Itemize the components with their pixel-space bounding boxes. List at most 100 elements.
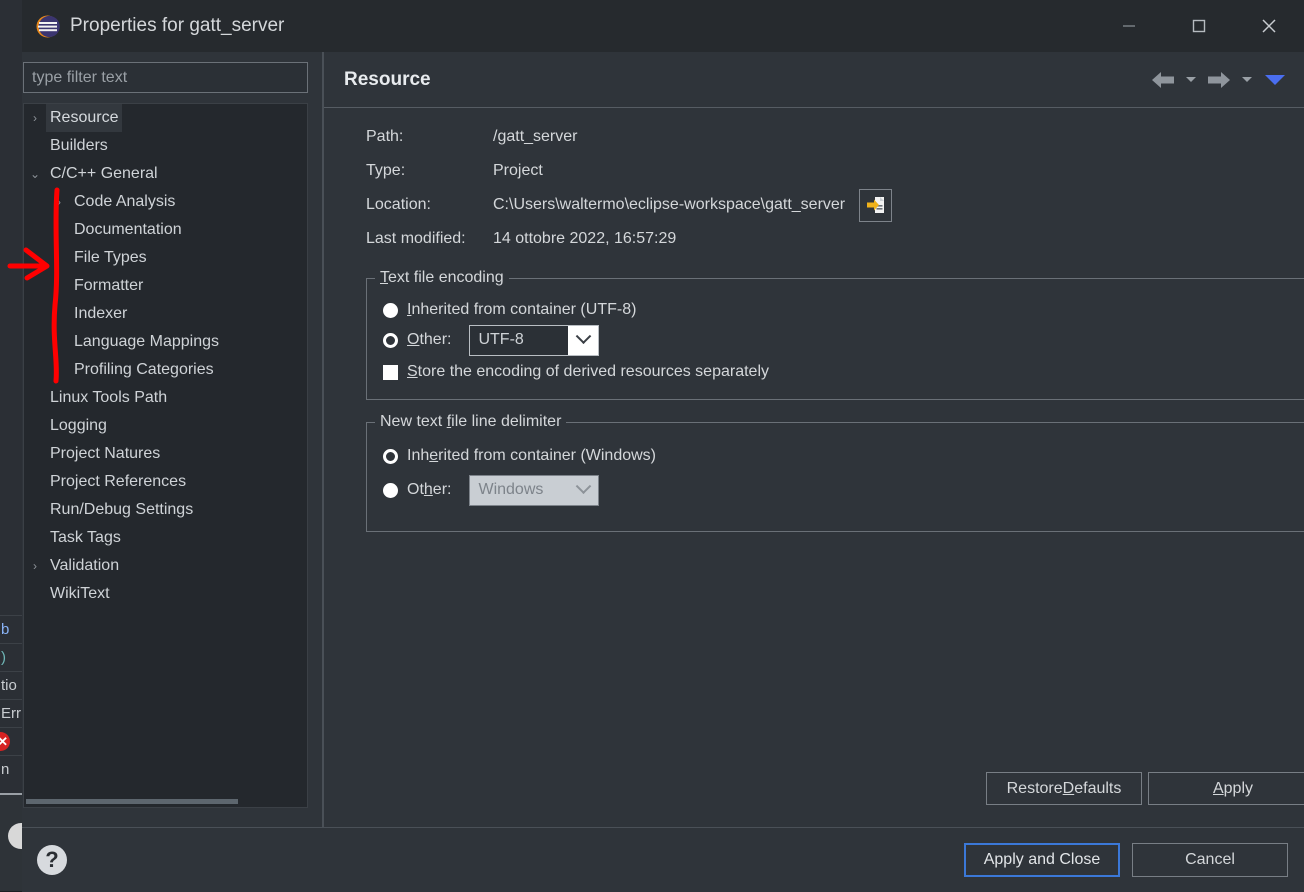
background-circle <box>8 823 22 849</box>
sidebar-item-label: Linux Tools Path <box>50 389 168 406</box>
sidebar-item-indexer[interactable]: Indexer <box>24 300 307 328</box>
sidebar-item-label: Documentation <box>74 221 182 238</box>
chevron-down-icon[interactable] <box>568 325 599 355</box>
tree-horizontal-scrollbar[interactable] <box>26 799 238 804</box>
footer-buttons: Apply and Close Cancel <box>964 843 1288 877</box>
info-row-path: Path: /gatt_server <box>366 120 1266 154</box>
info-label: Path: <box>366 128 404 145</box>
sidebar-item-language-mappings[interactable]: Language Mappings <box>24 328 307 356</box>
sidebar-item-label: Indexer <box>74 305 128 322</box>
delimiter-other-row[interactable]: Other: Windows <box>383 474 1304 506</box>
encoding-combo[interactable]: UTF-8 <box>469 324 600 356</box>
resource-page: Resource Path: /gatt_server Type: Projec… <box>324 52 1304 827</box>
title-bar: Properties for gatt_server <box>22 0 1304 52</box>
cancel-button[interactable]: Cancel <box>1132 843 1288 877</box>
delimiter-combo-value: Windows <box>470 475 569 505</box>
apply-button[interactable]: Apply <box>1148 772 1304 805</box>
sidebar-item-label: Run/Debug Settings <box>50 501 194 518</box>
sidebar-item-c-cpp-general[interactable]: ⌄ C/C++ General <box>24 160 307 188</box>
info-value: /gatt_server <box>493 128 578 145</box>
forward-history-chevron-down-icon[interactable] <box>1240 63 1254 97</box>
sidebar-item-label: C/C++ General <box>50 165 158 182</box>
chevron-right-icon[interactable]: › <box>24 552 46 580</box>
filter-input[interactable]: type filter text <box>23 62 308 93</box>
radio-encoding-other[interactable] <box>383 332 398 348</box>
store-encoding-row[interactable]: Store the encoding of derived resources … <box>383 357 1304 387</box>
info-row-type: Type: Project <box>366 154 1266 188</box>
chevron-right-icon[interactable]: › <box>24 104 46 132</box>
sidebar-item-wikitext[interactable]: WikiText <box>24 580 307 608</box>
radio-encoding-other-label: Other: <box>407 331 452 348</box>
info-label: Type: <box>366 162 406 179</box>
sidebar-item-label: Task Tags <box>50 529 121 546</box>
info-row-location: Location: C:\Users\waltermo\eclipse-work… <box>366 188 1266 222</box>
text-file-encoding-group: Text file encoding Inherited from contai… <box>366 269 1304 400</box>
info-label: Location: <box>366 196 431 213</box>
info-value: C:\Users\waltermo\eclipse-workspace\gatt… <box>493 196 846 213</box>
background-fragment: b <box>0 615 22 643</box>
background-fragment: tio <box>0 671 22 699</box>
properties-dialog: Properties for gatt_server type filter t… <box>22 0 1304 892</box>
info-row-last-modified: Last modified: 14 ottobre 2022, 16:57:29 <box>366 222 1266 256</box>
background-fragment: n <box>0 755 22 783</box>
sidebar-item-formatter[interactable]: Formatter <box>24 272 307 300</box>
checkbox-store-derived-encoding[interactable] <box>383 364 398 380</box>
info-value: Project <box>493 162 543 179</box>
arrow-left-icon[interactable] <box>1146 63 1180 97</box>
page-nav-tools <box>1146 63 1292 97</box>
chevron-down-icon[interactable]: ⌄ <box>24 160 46 188</box>
sidebar-item-label: Logging <box>50 417 107 434</box>
delimiter-inherited-row[interactable]: Inherited from container (Windows) <box>383 441 1304 471</box>
delimiter-combo: Windows <box>469 474 600 506</box>
background-ide-sliver: b ) tio Err ✕ n <box>0 0 22 891</box>
radio-encoding-inherited[interactable] <box>383 302 398 318</box>
radio-delimiter-inherited-label: Inherited from container (Windows) <box>407 447 656 464</box>
sidebar-item-label: Resource <box>46 104 123 132</box>
background-fragment-list: b ) tio Err ✕ n <box>0 615 22 783</box>
window-title: Properties for gatt_server <box>70 15 285 36</box>
chevron-right-icon[interactable]: › <box>48 188 70 216</box>
minimize-icon[interactable] <box>1094 0 1164 52</box>
sidebar-item-label: Formatter <box>74 277 144 294</box>
sidebar-item-project-references[interactable]: Project References <box>24 468 307 496</box>
checkbox-store-derived-encoding-label: Store the encoding of derived resources … <box>407 363 769 380</box>
maximize-icon[interactable] <box>1164 0 1234 52</box>
sidebar-item-validation[interactable]: › Validation <box>24 552 307 580</box>
restore-defaults-button[interactable]: Restore Defaults <box>986 772 1142 805</box>
sidebar-item-code-analysis[interactable]: › Code Analysis <box>24 188 307 216</box>
group-legend: Text file encoding <box>375 269 509 287</box>
page-action-buttons: Restore Defaults Apply <box>986 772 1304 805</box>
sidebar-item-documentation[interactable]: Documentation <box>24 216 307 244</box>
page-title: Resource <box>344 68 431 90</box>
open-file-location-icon[interactable] <box>859 188 893 222</box>
radio-encoding-inherited-label: Inherited from container (UTF-8) <box>407 301 637 318</box>
sidebar-item-builders[interactable]: Builders <box>24 132 307 160</box>
sidebar-item-resource[interactable]: › Resource <box>24 104 307 132</box>
arrow-right-icon[interactable] <box>1202 63 1236 97</box>
sidebar-item-logging[interactable]: Logging <box>24 412 307 440</box>
settings-tree[interactable]: › Resource Builders ⌄ C/C++ General › Co… <box>23 103 308 808</box>
dialog-footer: ? Apply and Close Cancel <box>22 827 1304 892</box>
sidebar-item-run-debug-settings[interactable]: Run/Debug Settings <box>24 496 307 524</box>
sidebar-item-label: Project References <box>50 473 187 490</box>
sidebar-item-label: WikiText <box>50 585 110 602</box>
sidebar-item-task-tags[interactable]: Task Tags <box>24 524 307 552</box>
sidebar-item-file-types[interactable]: File Types <box>24 244 307 272</box>
apply-and-close-button[interactable]: Apply and Close <box>964 843 1120 877</box>
sidebar-item-linux-tools-path[interactable]: Linux Tools Path <box>24 384 307 412</box>
close-icon[interactable] <box>1234 0 1304 52</box>
resource-info-grid: Path: /gatt_server Type: Project Locatio… <box>366 120 1266 256</box>
dialog-body: type filter text › Resource Builders ⌄ C… <box>22 52 1304 827</box>
view-menu-triangle-down-icon[interactable] <box>1258 63 1292 97</box>
radio-delimiter-inherited[interactable] <box>383 448 398 464</box>
radio-delimiter-other[interactable] <box>383 482 398 498</box>
group-legend-rest: ext file encoding <box>388 269 504 286</box>
line-delimiter-group: New text file line delimiter Inherited f… <box>366 413 1304 532</box>
encoding-other-row[interactable]: Other: UTF-8 <box>383 324 1304 356</box>
settings-tree-pane: type filter text › Resource Builders ⌄ C… <box>22 52 322 827</box>
back-history-chevron-down-icon[interactable] <box>1184 63 1198 97</box>
sidebar-item-profiling-categories[interactable]: Profiling Categories <box>24 356 307 384</box>
help-question-icon[interactable]: ? <box>37 845 67 875</box>
encoding-inherited-row[interactable]: Inherited from container (UTF-8) <box>383 295 1304 325</box>
sidebar-item-project-natures[interactable]: Project Natures <box>24 440 307 468</box>
